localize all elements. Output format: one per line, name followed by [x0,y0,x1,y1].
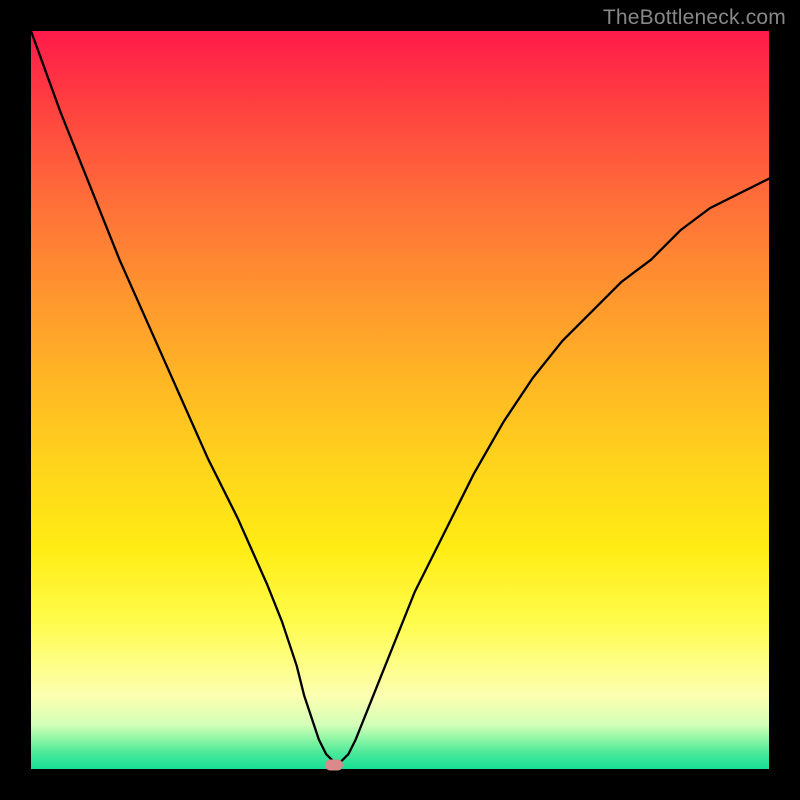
watermark-text: TheBottleneck.com [603,6,786,30]
bottleneck-curve [31,31,769,769]
optimal-point-marker [325,760,343,771]
